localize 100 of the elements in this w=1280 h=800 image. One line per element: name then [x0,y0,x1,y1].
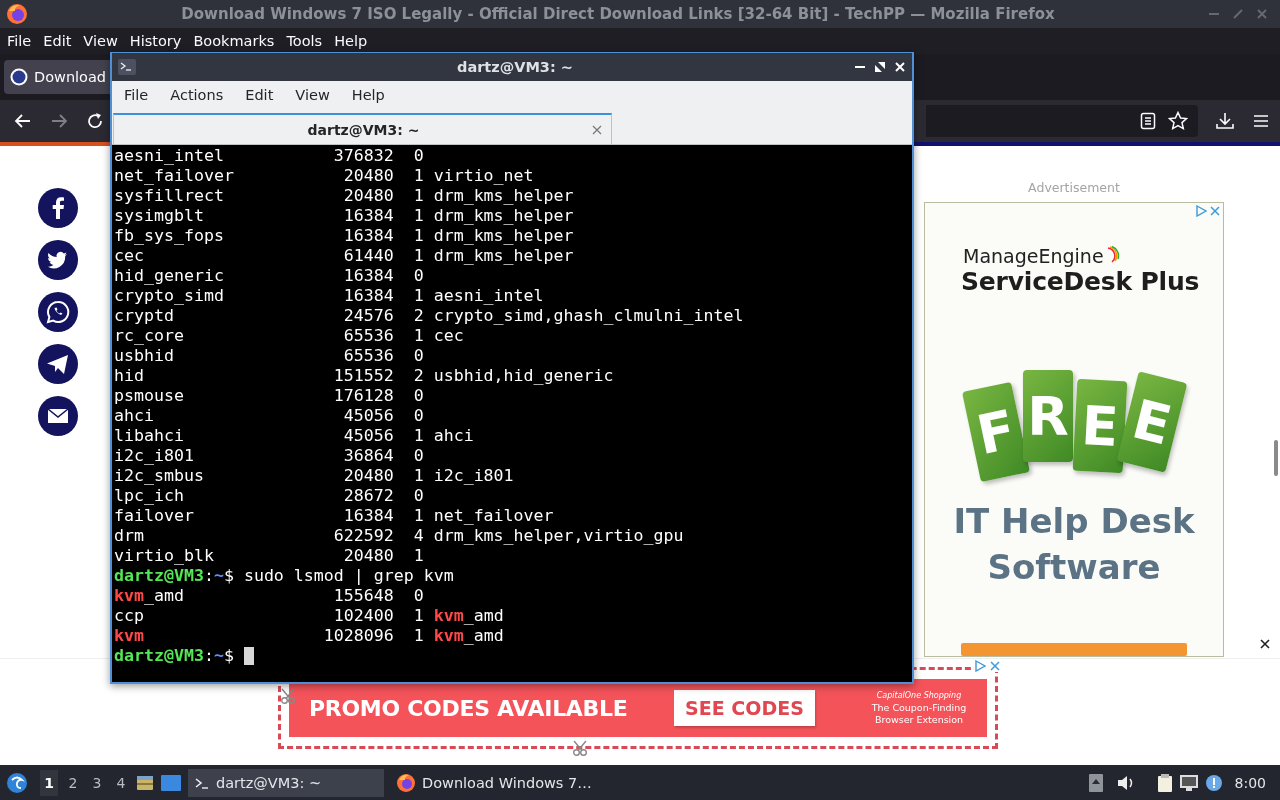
menu-item[interactable]: History [124,33,187,49]
maximize-icon[interactable] [874,61,886,73]
menu-item[interactable]: Help [344,87,392,103]
menu-item[interactable]: File [2,33,37,49]
scissors-icon [281,688,295,704]
module-size: 16384 [342,266,394,286]
chat-phone-icon[interactable] [38,292,78,332]
browser-tab[interactable]: Download [4,60,110,94]
window-title: dartz@VM3: ~ [456,59,574,75]
menu-item[interactable]: Edit [38,33,77,49]
menu-item[interactable]: View [288,87,337,103]
firefox-icon [6,3,28,25]
module-size: 45056 [342,426,394,446]
use-count: 1 [413,466,424,486]
close-icon[interactable] [1260,639,1270,649]
download-icon[interactable] [1216,112,1234,130]
use-count: 1 [413,546,424,566]
see-codes-button[interactable]: SEE CODES [674,690,815,726]
menu-item[interactable]: Help [329,33,373,49]
module-size: 45056 [342,406,394,426]
module-name: kvm_amd [114,586,185,606]
menu-item[interactable]: File [117,87,156,103]
desktop-icon[interactable] [160,773,182,792]
workspace-button[interactable]: 1 [40,769,58,796]
use-count: 4 [413,526,424,546]
site-icon [10,68,28,86]
menu-item[interactable]: View [78,33,123,49]
menu-item[interactable]: Actions [163,87,231,103]
module-name: sysimgblt [114,206,205,226]
prompt-line: dartz@VM3:~$ [114,646,234,666]
clipboard-icon[interactable] [1156,772,1173,793]
module-size: 65536 [342,326,394,346]
terminal-icon [194,775,210,790]
module-size: 151552 [332,366,394,386]
module-name: rc_core [114,326,185,346]
display-icon[interactable] [1178,773,1199,792]
start-menu-icon[interactable] [6,771,28,794]
use-count: 0 [413,406,424,426]
use-count: 0 [413,586,424,606]
module-size: 24576 [342,306,394,326]
facebook-icon[interactable] [38,188,78,228]
file-manager-icon[interactable] [136,773,154,792]
module-size: 65536 [342,346,394,366]
module-size: 176128 [332,386,394,406]
tray-expand-icon[interactable] [1088,773,1103,792]
use-count: 0 [413,266,424,286]
module-size: 20480 [342,186,394,206]
volume-icon[interactable] [1116,774,1135,791]
menu-item[interactable]: Edit [238,87,281,103]
price-tag: F [962,381,1030,483]
banner-headline: PROMO CODES AVAILABLE [309,695,628,721]
taskbar-button[interactable]: dartz@VM3: ~ [188,768,384,797]
module-name: ahci [114,406,155,426]
dependent-modules: crypto_simd,ghash_clmulni_intel [433,306,744,326]
dependent-modules: net_failover [433,506,554,526]
module-size: 16384 [342,286,394,306]
address-bar[interactable] [926,105,1198,137]
workspace-button[interactable]: 2 [64,769,82,796]
module-size: 622592 [332,526,394,546]
reload-icon[interactable] [86,112,104,130]
ad-choices-icon[interactable] [974,660,986,672]
use-count: 0 [413,346,424,366]
rainbow-arc-icon [1105,245,1120,263]
module-name: net_failover [114,166,235,186]
ad-choices-icon[interactable] [1195,205,1207,217]
use-count: 0 [413,486,424,506]
use-count: 1 [413,186,424,206]
workspace-button[interactable]: 3 [88,769,106,796]
dependent-modules: kvm_amd [433,626,504,646]
bird-icon[interactable] [38,240,78,280]
menu-item[interactable]: Tools [281,33,328,49]
menu-icon[interactable] [1252,112,1270,130]
reader-view-icon[interactable] [1140,112,1156,130]
ad-headline: Software [987,546,1161,589]
module-size: 155648 [332,586,394,606]
dependent-modules: drm_kms_helper [433,226,574,246]
notification-icon[interactable] [1204,773,1223,792]
module-name: cryptd [114,306,175,326]
back-icon[interactable] [14,112,32,130]
module-size: 61440 [342,246,394,266]
bookmark-star-icon[interactable] [1168,111,1188,131]
dependent-modules: i2c_i801 [433,466,514,486]
use-count: 1 [413,326,424,346]
use-count: 1 [413,626,424,646]
paper-plane-icon[interactable] [38,344,78,384]
ad-headline: IT Help Desk [953,500,1195,543]
brand-name: ManageEngine [963,245,1104,267]
use-count: 1 [413,166,424,186]
module-name: failover [114,506,195,526]
module-name: ccp [114,606,145,626]
module-size: 20480 [342,466,394,486]
module-name: fb_sys_fops [114,226,225,246]
mail-icon[interactable] [38,396,78,436]
module-size: 20480 [342,546,394,566]
module-name: aesni_intel [114,146,225,166]
menu-item[interactable]: Bookmarks [188,33,280,49]
terminal-tab[interactable]: dartz@VM3: ~ [113,113,612,144]
workspace-button[interactable]: 4 [112,769,130,796]
module-name: drm [114,526,145,546]
module-size: 36864 [342,446,394,466]
